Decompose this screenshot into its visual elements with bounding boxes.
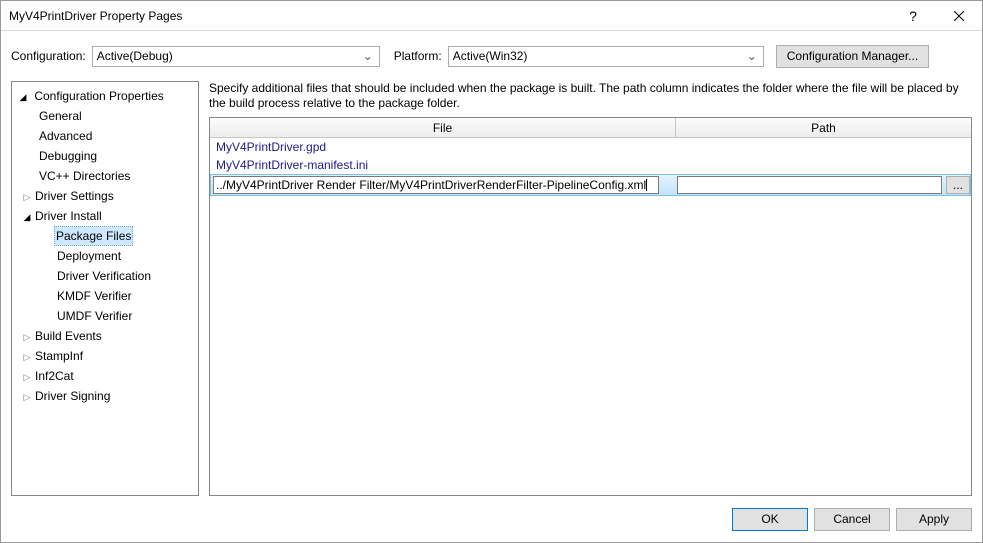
path-edit-input[interactable]	[677, 176, 942, 194]
tree-item-driver-settings[interactable]: ▷Driver Settings	[14, 186, 196, 206]
cancel-button[interactable]: Cancel	[814, 508, 890, 531]
tree-item-deployment[interactable]: Deployment	[14, 246, 196, 266]
platform-value: Active(Win32)	[453, 49, 745, 63]
grid-row[interactable]: MyV4PrintDriver.gpd	[210, 138, 971, 156]
chevron-down-icon: ⌄	[745, 49, 759, 63]
cell-file: ../MyV4PrintDriver Render Filter/MyV4Pri…	[211, 176, 675, 194]
browse-button[interactable]: ...	[946, 176, 970, 194]
close-button[interactable]	[936, 1, 982, 31]
expand-arrow-icon[interactable]: ▷	[22, 348, 32, 366]
tree-item-driver-install[interactable]: ◢Driver Install	[14, 206, 196, 226]
package-files-grid: File Path MyV4PrintDriver.gpd MyV4PrintD…	[209, 117, 972, 496]
configuration-value: Active(Debug)	[97, 49, 361, 63]
help-icon: ?	[909, 8, 917, 24]
tree-item-debugging[interactable]: Debugging	[14, 146, 196, 166]
tree-item-vcpp-directories[interactable]: VC++ Directories	[14, 166, 196, 186]
tree-item-driver-signing[interactable]: ▷Driver Signing	[14, 386, 196, 406]
main-area: ◢ Configuration Properties General Advan…	[1, 71, 982, 496]
tree-item-kmdf-verifier[interactable]: KMDF Verifier	[14, 286, 196, 306]
grid-row[interactable]: MyV4PrintDriver-manifest.ini	[210, 156, 971, 174]
expand-arrow-icon[interactable]: ▷	[22, 188, 32, 206]
configuration-combo[interactable]: Active(Debug) ⌄	[92, 46, 380, 67]
expand-arrow-icon[interactable]: ▷	[22, 368, 32, 386]
configuration-row: Configuration: Active(Debug) ⌄ Platform:…	[1, 41, 982, 71]
col-header-path[interactable]: Path	[676, 118, 971, 137]
grid-row-editing[interactable]: ../MyV4PrintDriver Render Filter/MyV4Pri…	[210, 174, 971, 196]
cell-path: ...	[675, 176, 970, 194]
cell-file[interactable]: MyV4PrintDriver.gpd	[210, 140, 676, 154]
configuration-label: Configuration:	[11, 49, 86, 63]
platform-label: Platform:	[394, 49, 442, 63]
tree-root-configuration-properties[interactable]: ◢ Configuration Properties	[14, 86, 196, 106]
expand-arrow-icon[interactable]: ◢	[22, 208, 32, 226]
col-header-file[interactable]: File	[210, 118, 676, 137]
tree-item-build-events[interactable]: ▷Build Events	[14, 326, 196, 346]
close-icon	[954, 11, 964, 21]
ok-button[interactable]: OK	[732, 508, 808, 531]
window-title: MyV4PrintDriver Property Pages	[1, 9, 890, 23]
expand-arrow-icon[interactable]: ▷	[22, 388, 32, 406]
tree-item-inf2cat[interactable]: ▷Inf2Cat	[14, 366, 196, 386]
cell-file[interactable]: MyV4PrintDriver-manifest.ini	[210, 158, 676, 172]
tree-item-umdf-verifier[interactable]: UMDF Verifier	[14, 306, 196, 326]
tree-item-stampinf[interactable]: ▷StampInf	[14, 346, 196, 366]
dialog-buttons: OK Cancel Apply	[1, 496, 982, 542]
grid-header: File Path	[210, 118, 971, 138]
expand-arrow-icon[interactable]: ▷	[22, 328, 32, 346]
file-edit-input[interactable]: ../MyV4PrintDriver Render Filter/MyV4Pri…	[213, 176, 659, 194]
right-panel: Specify additional files that should be …	[209, 81, 972, 496]
tree-item-advanced[interactable]: Advanced	[14, 126, 196, 146]
chevron-down-icon: ⌄	[361, 49, 375, 63]
platform-combo[interactable]: Active(Win32) ⌄	[448, 46, 764, 67]
configuration-manager-button[interactable]: Configuration Manager...	[776, 45, 929, 68]
tree-item-general[interactable]: General	[14, 106, 196, 126]
description-text: Specify additional files that should be …	[209, 81, 972, 111]
expand-arrow-icon[interactable]: ◢	[18, 88, 28, 106]
grid-body[interactable]: MyV4PrintDriver.gpd MyV4PrintDriver-mani…	[210, 138, 971, 495]
tree-item-driver-verification[interactable]: Driver Verification	[14, 266, 196, 286]
help-button[interactable]: ?	[890, 1, 936, 31]
apply-button[interactable]: Apply	[896, 508, 972, 531]
property-pages-dialog: MyV4PrintDriver Property Pages ? Configu…	[0, 0, 983, 543]
tree-item-package-files[interactable]: Package Files	[14, 226, 196, 246]
tree-panel[interactable]: ◢ Configuration Properties General Advan…	[11, 81, 199, 496]
text-caret-icon	[646, 179, 647, 191]
titlebar: MyV4PrintDriver Property Pages ?	[1, 1, 982, 31]
